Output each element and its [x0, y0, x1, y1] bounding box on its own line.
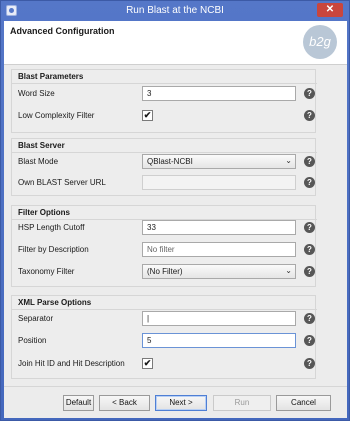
filter-options-group: Filter Options HSP Length Cutoff ? Filte… — [11, 205, 317, 287]
own-server-url-input[interactable] — [142, 175, 296, 190]
word-size-input[interactable] — [142, 86, 296, 101]
word-size-row: Word Size ? — [18, 86, 316, 102]
low-complexity-row: Low Complexity Filter ✔ ? — [18, 108, 316, 124]
join-hit-row: Join Hit ID and Hit Description ✔ ? — [18, 356, 316, 372]
hsp-length-input[interactable] — [142, 220, 296, 235]
join-hit-label: Join Hit ID and Hit Description — [18, 359, 125, 368]
page-header: Advanced Configuration b2g — [4, 21, 347, 65]
help-icon[interactable]: ? — [304, 335, 315, 346]
page-title: Advanced Configuration — [10, 26, 115, 36]
filter-description-input[interactable] — [142, 242, 296, 257]
cancel-button[interactable]: Cancel — [276, 395, 331, 411]
group-title: Filter Options — [12, 208, 317, 220]
group-title: Blast Parameters — [11, 72, 319, 84]
taxonomy-filter-value: (No Filter) — [147, 267, 183, 276]
separator-row: Separator ? — [18, 311, 316, 327]
own-server-url-row: Own BLAST Server URL ? — [18, 175, 316, 191]
position-input[interactable] — [142, 333, 296, 348]
help-icon[interactable]: ? — [304, 88, 315, 99]
hsp-length-label: HSP Length Cutoff — [18, 223, 85, 232]
title-bar[interactable]: Run Blast at the NCBI ✕ — [1, 1, 349, 21]
close-button[interactable]: ✕ — [317, 3, 343, 17]
position-label: Position — [18, 336, 47, 345]
help-icon[interactable]: ? — [304, 222, 315, 233]
default-button[interactable]: Default — [63, 395, 94, 411]
filter-description-label: Filter by Description — [18, 245, 89, 254]
next-button[interactable]: Next > — [155, 395, 207, 411]
taxonomy-filter-select[interactable]: (No Filter) ⌄ — [142, 264, 296, 279]
back-button[interactable]: < Back — [99, 395, 150, 411]
group-title: XML Parse Options — [11, 298, 318, 310]
run-button[interactable]: Run — [213, 395, 271, 411]
blast-mode-value: QBlast-NCBI — [147, 157, 193, 166]
help-icon[interactable]: ? — [304, 177, 315, 188]
taxonomy-filter-label: Taxonomy Filter — [18, 267, 75, 276]
help-icon[interactable]: ? — [304, 110, 315, 121]
blast-mode-label: Blast Mode — [18, 157, 59, 166]
hsp-length-row: HSP Length Cutoff ? — [18, 220, 316, 236]
xml-parse-options-group: XML Parse Options Separator ? Position ?… — [11, 295, 318, 379]
taxonomy-filter-row: Taxonomy Filter (No Filter) ⌄ ? — [18, 264, 316, 280]
blast-server-group: Blast Server Blast Mode QBlast-NCBI ⌄ ? … — [11, 138, 316, 196]
blast-parameters-group: Blast Parameters Word Size ? Low Complex… — [11, 69, 319, 133]
chevron-down-icon: ⌄ — [285, 266, 292, 275]
help-icon[interactable]: ? — [304, 244, 315, 255]
b2g-logo: b2g — [303, 25, 337, 59]
filter-description-row: Filter by Description ? — [18, 242, 316, 258]
word-size-label: Word Size — [18, 89, 55, 98]
dialog-window: Run Blast at the NCBI ✕ Advanced Configu… — [0, 0, 350, 421]
help-icon[interactable]: ? — [304, 266, 315, 277]
window-title: Run Blast at the NCBI — [126, 5, 224, 16]
group-title: Blast Server — [12, 141, 316, 153]
blast-mode-row: Blast Mode QBlast-NCBI ⌄ ? — [18, 154, 316, 170]
help-icon[interactable]: ? — [304, 358, 315, 369]
chevron-down-icon: ⌄ — [285, 156, 292, 165]
help-icon[interactable]: ? — [304, 156, 315, 167]
low-complexity-checkbox[interactable]: ✔ — [142, 110, 153, 121]
blast-mode-select[interactable]: QBlast-NCBI ⌄ — [142, 154, 296, 169]
own-server-url-label: Own BLAST Server URL — [18, 178, 106, 187]
join-hit-checkbox[interactable]: ✔ — [142, 358, 153, 369]
low-complexity-label: Low Complexity Filter — [18, 111, 95, 120]
help-icon[interactable]: ? — [304, 313, 315, 324]
separator-label: Separator — [18, 314, 54, 323]
dialog-body: Advanced Configuration b2g Blast Paramet… — [4, 21, 347, 418]
button-bar: Default < Back Next > Run Cancel — [4, 386, 347, 418]
position-row: Position ? — [18, 333, 316, 349]
separator-input[interactable] — [142, 311, 296, 326]
